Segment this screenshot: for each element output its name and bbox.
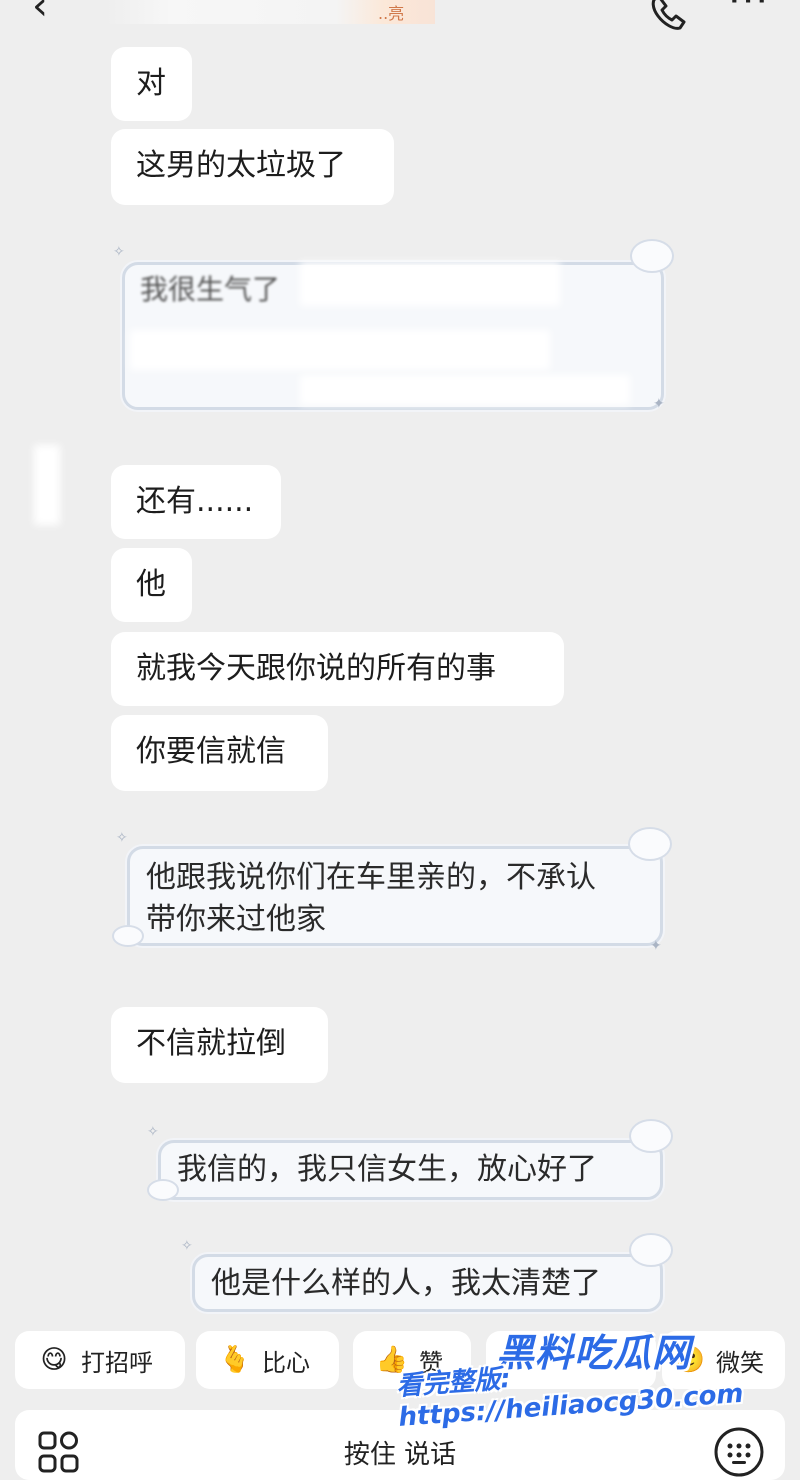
star-decoration-icon: ✧	[147, 1124, 159, 1140]
message-text-partial: 我很生气了	[140, 273, 281, 306]
decorated-message-bubble: ✧ ✦ 他跟我说你们在车里亲的，不承认 带你来过他家	[112, 827, 672, 953]
message-bubble: 这男的太垃圾了	[111, 129, 394, 205]
message-text: 就我今天跟你说的所有的事	[136, 651, 496, 686]
message-bubble: 还有......	[111, 465, 281, 539]
cloud-decoration-icon	[147, 1179, 179, 1201]
message-text: 你要信就信	[136, 734, 286, 769]
message-text: 他跟我说你们在车里亲的，不承认	[146, 860, 596, 895]
quick-reply-heart[interactable]: 🫰 比心	[196, 1331, 339, 1389]
cloud-decoration-icon	[630, 239, 674, 273]
more-options-button[interactable]: ···	[728, 0, 769, 24]
message-text: 我信的，我只信女生，放心好了	[177, 1152, 597, 1187]
star-decoration-icon: ✧	[113, 244, 125, 260]
cloud-decoration-icon	[628, 827, 672, 861]
cloud-decoration-icon	[112, 925, 144, 947]
message-text: 还有......	[136, 484, 254, 519]
finger-heart-emoji-icon: 🫰	[218, 1345, 252, 1375]
message-bubble: 你要信就信	[111, 715, 328, 791]
message-bubble: 对	[111, 47, 192, 121]
quick-reply-label: 比心	[262, 1348, 310, 1377]
star-decoration-icon: ✦	[653, 396, 665, 412]
chat-header: ‹ ..亮 ···	[0, 0, 800, 50]
message-text: 这男的太垃圾了	[136, 148, 346, 183]
decorated-message-bubble: ✧ 他是什么样的人，我太清楚了	[181, 1233, 673, 1312]
star-decoration-icon: ✧	[181, 1238, 193, 1254]
star-decoration-icon: ✦	[650, 938, 662, 954]
redaction-smear	[300, 375, 630, 405]
decorated-message-bubble: ✧ 我信的，我只信女生，放心好了	[147, 1119, 673, 1201]
redaction-smear	[130, 330, 550, 370]
redaction-smear	[300, 262, 560, 306]
message-bubble: 不信就拉倒	[111, 1007, 328, 1083]
message-bubble: 他	[111, 548, 192, 622]
star-decoration-icon: ✧	[116, 830, 128, 846]
contact-name-fragment: ..亮	[378, 4, 405, 23]
message-text: 对	[136, 66, 166, 101]
phone-icon[interactable]	[648, 0, 692, 34]
cloud-decoration-icon	[629, 1119, 673, 1153]
chevron-left-icon[interactable]: ‹	[32, 0, 48, 26]
keyboard-icon[interactable]	[713, 1426, 765, 1478]
hold-to-talk-button[interactable]: 按住 说话	[15, 1434, 785, 1471]
quick-reply-label: 打招呼	[81, 1348, 153, 1377]
message-text: 不信就拉倒	[136, 1026, 286, 1061]
message-text: 带你来过他家	[146, 902, 326, 937]
redaction-smear	[34, 445, 60, 525]
message-text: 他是什么样的人，我太清楚了	[211, 1266, 601, 1301]
message-text: 他	[136, 567, 166, 602]
smile-emoji-icon: 😋	[40, 1345, 68, 1375]
message-bubble: 就我今天跟你说的所有的事	[111, 632, 564, 706]
cloud-decoration-icon	[629, 1233, 673, 1267]
quick-reply-greet[interactable]: 😋 打招呼	[15, 1331, 185, 1389]
